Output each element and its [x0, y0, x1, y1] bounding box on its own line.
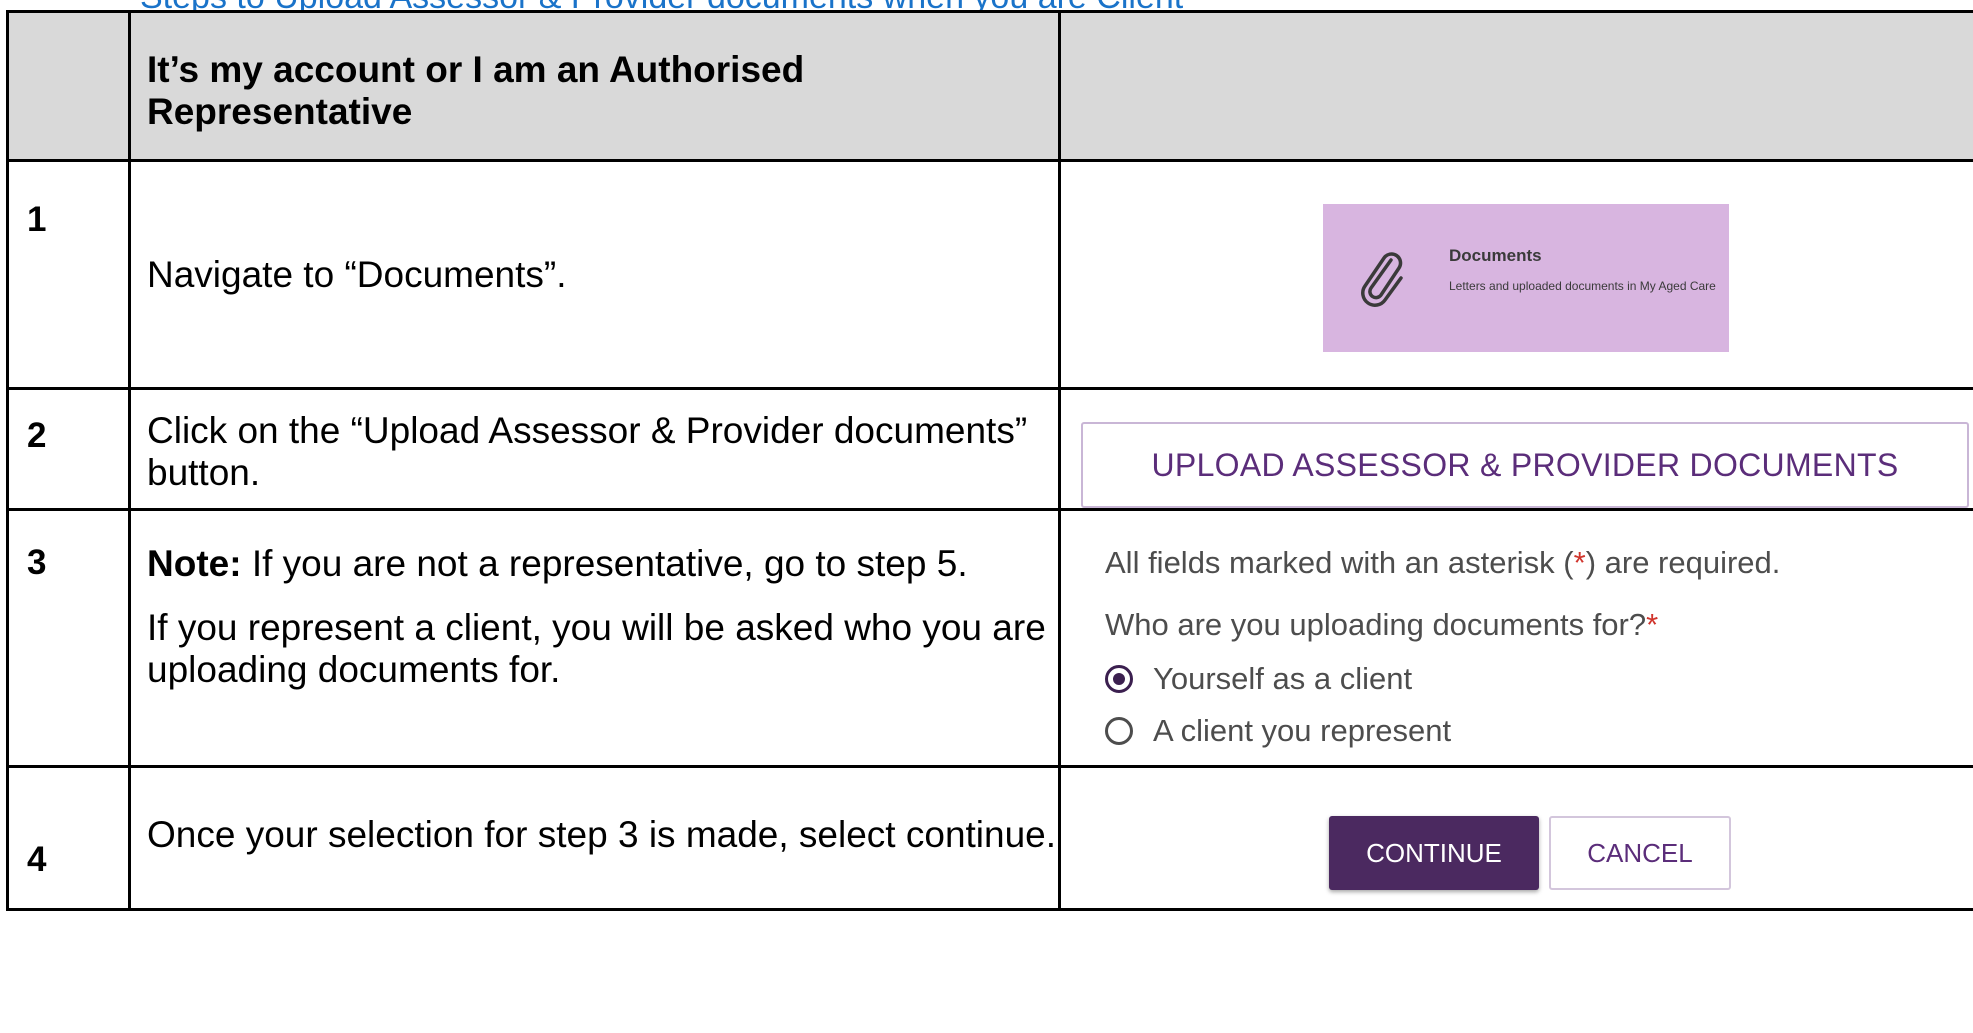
step-number-cell: 1 [6, 159, 131, 390]
step-instruction-cell: Note: If you are not a representative, g… [128, 508, 1061, 768]
radio-option-client-you-represent[interactable]: A client you represent [1105, 713, 1973, 749]
documents-tile-subtitle: Letters and uploaded documents in My Age… [1449, 279, 1716, 293]
table-row: 3 Note: If you are not a representative,… [6, 508, 1973, 768]
step-instruction: If you represent a client, you will be a… [147, 607, 1046, 690]
table-row: 1 Navigate to “Documents”. Documents Let… [6, 159, 1973, 390]
step-instruction-cell: Navigate to “Documents”. [128, 159, 1061, 390]
step-image-cell: All fields marked with an asterisk (*) a… [1058, 508, 1973, 768]
continue-button[interactable]: CONTINUE [1329, 816, 1539, 890]
step-note: Note: If you are not a representative, g… [147, 543, 1058, 585]
step-number: 1 [27, 200, 47, 239]
step-instruction-cell: Click on the “Upload Assessor & Provider… [128, 387, 1061, 511]
documents-tile[interactable]: Documents Letters and uploaded documents… [1323, 204, 1729, 352]
cancel-button[interactable]: CANCEL [1549, 816, 1731, 890]
table-row: 2 Click on the “Upload Assessor & Provid… [6, 387, 1973, 511]
upload-for-question: Who are you uploading documents for?* [1105, 607, 1659, 642]
step-instruction-cell: Once your selection for step 3 is made, … [128, 765, 1061, 911]
paperclip-icon [1361, 252, 1403, 307]
step-number-cell: 4 [6, 765, 131, 911]
step-instruction: Once your selection for step 3 is made, … [147, 814, 1057, 855]
radio-option-label: A client you represent [1153, 713, 1452, 748]
step-number: 2 [27, 416, 47, 455]
note-text: If you are not a representative, go to s… [241, 543, 968, 584]
step-instruction: Navigate to “Documents”. [147, 254, 567, 295]
step-number-cell: 2 [6, 387, 131, 511]
step-number: 4 [27, 840, 47, 879]
documents-tile-title: Documents [1449, 246, 1542, 265]
upload-for-form: All fields marked with an asterisk (*) a… [1061, 511, 1973, 749]
note-label: Note: [147, 543, 242, 584]
heading-link[interactable]: Steps to Upload Assessor & Provider docu… [140, 0, 1183, 10]
step-number: 3 [27, 543, 47, 582]
table-row: 4 Once your selection for step 3 is made… [6, 765, 1973, 911]
step-image-cell: UPLOAD ASSESSOR & PROVIDER DOCUMENTS [1058, 387, 1973, 511]
header-title: It’s my account or I am an Authorised Re… [147, 49, 805, 132]
step-instruction: Click on the “Upload Assessor & Provider… [147, 410, 1028, 493]
radio-option-label: Yourself as a client [1153, 661, 1413, 696]
table-header-row: It’s my account or I am an Authorised Re… [6, 10, 1973, 162]
step-number-cell: 3 [6, 508, 131, 768]
radio-option-yourself[interactable]: Yourself as a client [1105, 661, 1973, 697]
required-fields-note: All fields marked with an asterisk (*) a… [1105, 545, 1781, 580]
header-cell-image [1058, 10, 1973, 162]
upload-assessor-provider-documents-button[interactable]: UPLOAD ASSESSOR & PROVIDER DOCUMENTS [1081, 422, 1969, 508]
header-cell-number [6, 10, 131, 162]
step-image-cell: Documents Letters and uploaded documents… [1058, 159, 1973, 390]
radio-selected-icon[interactable] [1105, 665, 1133, 693]
steps-table: It’s my account or I am an Authorised Re… [6, 10, 1973, 911]
header-cell-title: It’s my account or I am an Authorised Re… [128, 10, 1061, 162]
step-image-cell: CONTINUE CANCEL [1058, 765, 1973, 911]
radio-unselected-icon[interactable] [1105, 717, 1133, 745]
